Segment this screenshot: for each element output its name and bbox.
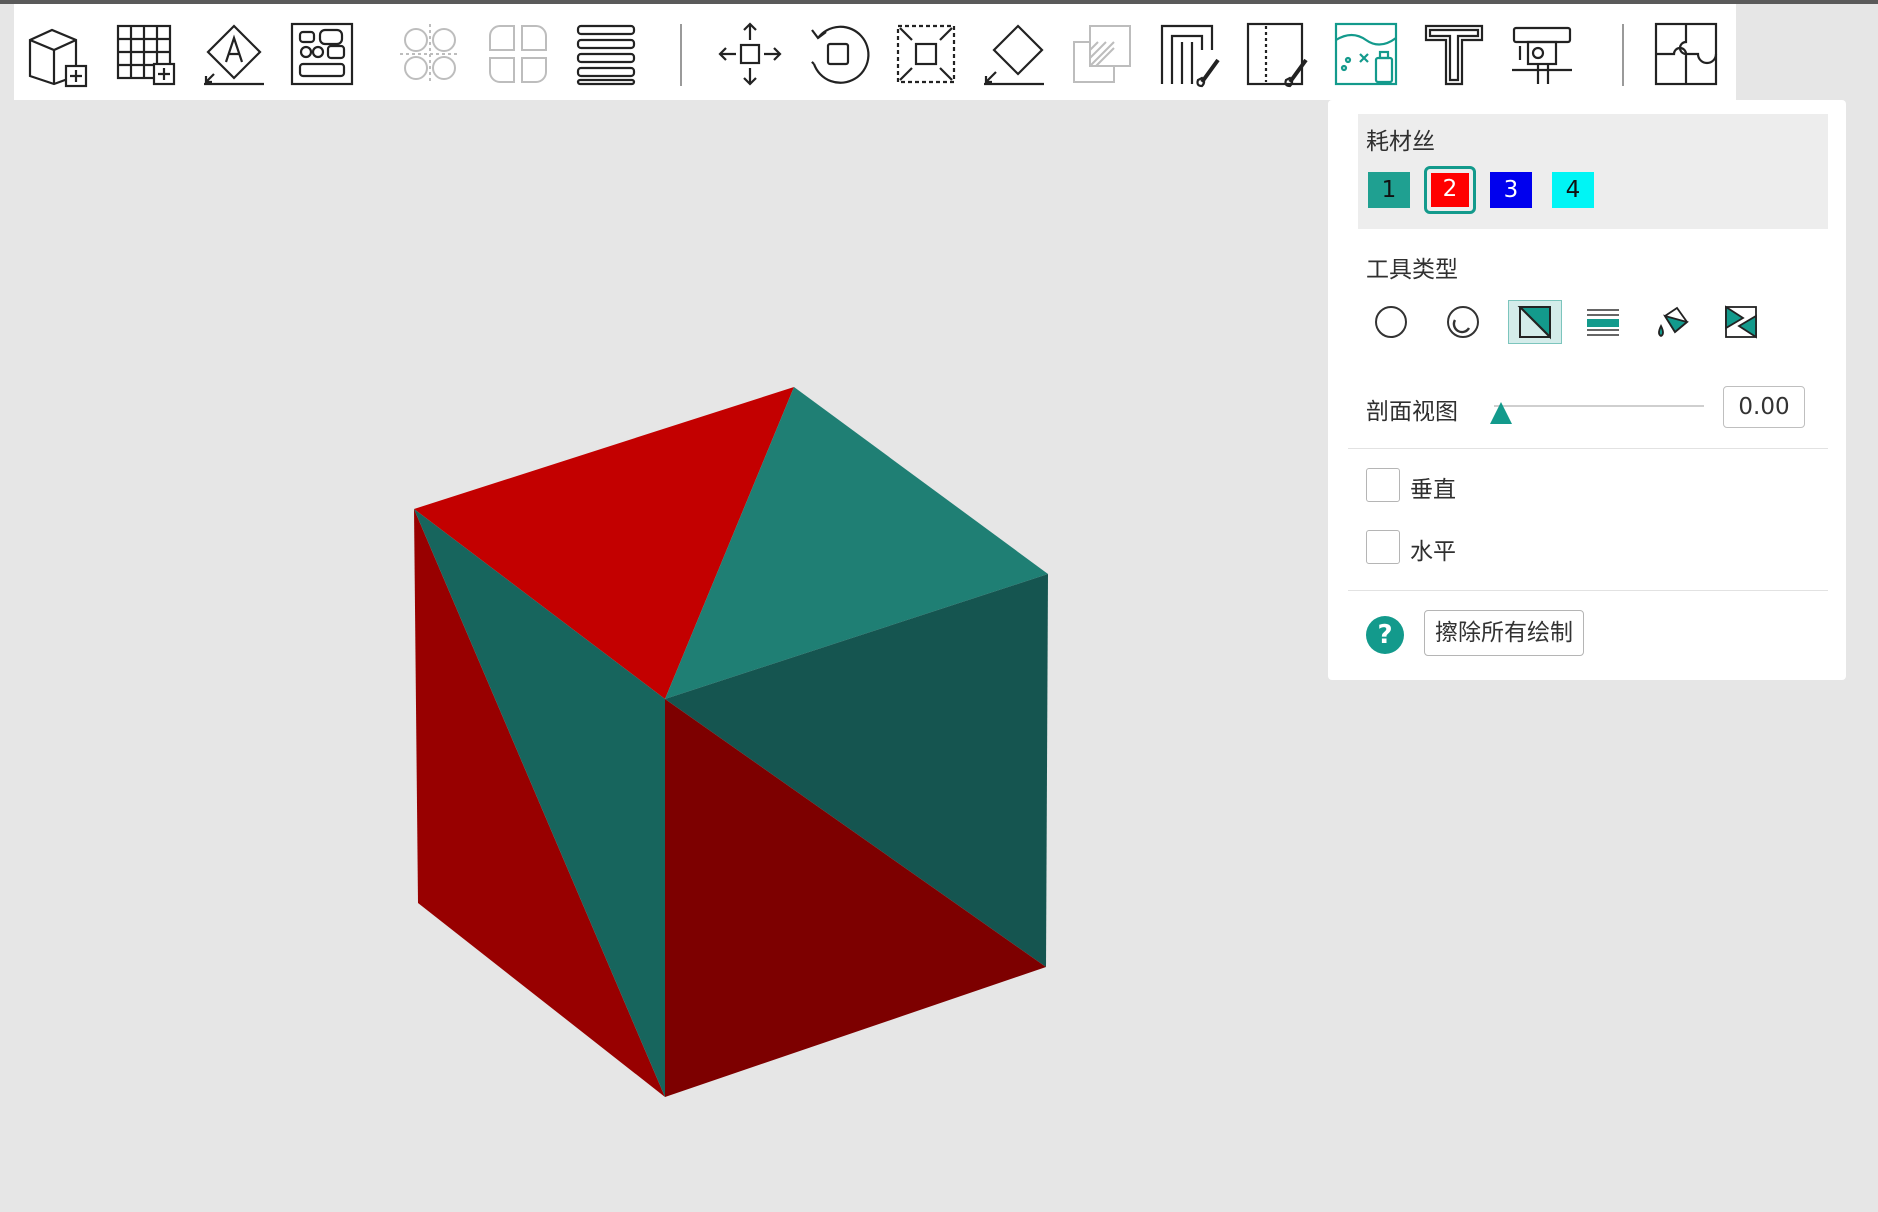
sphere-tool-icon[interactable] (1436, 300, 1490, 344)
filament-swatch-2[interactable]: 2 (1424, 166, 1476, 214)
erase-all-button[interactable]: 擦除所有绘制 (1424, 610, 1584, 656)
filament-swatch-3[interactable]: 3 (1490, 172, 1532, 208)
height-range-tool-icon[interactable] (1576, 300, 1630, 344)
section-view-slider-track[interactable] (1494, 405, 1704, 407)
help-icon[interactable]: ? (1366, 616, 1404, 654)
painted-cube[interactable] (0, 100, 1320, 1212)
support-paint-icon[interactable] (1154, 18, 1226, 90)
horizontal-checkbox[interactable] (1366, 530, 1400, 564)
tool-type-label: 工具类型 (1366, 257, 1458, 283)
measure-icon[interactable] (1506, 18, 1578, 90)
split-objects-icon[interactable] (394, 18, 466, 90)
add-model-icon[interactable] (22, 18, 94, 90)
assembly-icon[interactable] (1650, 18, 1722, 90)
scale-icon[interactable] (890, 18, 962, 90)
toolbar-separator (680, 24, 682, 86)
horizontal-label: 水平 (1410, 539, 1456, 565)
move-icon[interactable] (714, 18, 786, 90)
split-parts-icon[interactable] (482, 18, 554, 90)
text-icon[interactable] (1418, 18, 1490, 90)
color-paint-panel: 耗材丝 1 2 3 4 工具类型 剖面视图 0.00 垂直 水平 ? 擦除所有绘… (1328, 100, 1846, 680)
lay-on-face-icon[interactable] (978, 18, 1050, 90)
vertical-checkbox[interactable] (1366, 468, 1400, 502)
top-toolbar (14, 4, 1736, 100)
gap-fill-tool-icon[interactable] (1714, 300, 1768, 344)
filament-swatch-4[interactable]: 4 (1552, 172, 1594, 208)
toolbar-separator (1622, 24, 1624, 86)
section-view-slider-thumb[interactable] (1490, 402, 1512, 424)
rotate-icon[interactable] (802, 18, 874, 90)
cut-icon[interactable] (1066, 18, 1138, 90)
seam-paint-icon[interactable] (1242, 18, 1314, 90)
auto-orient-icon[interactable] (198, 18, 270, 90)
filament-swatch-1[interactable]: 1 (1368, 172, 1410, 208)
color-paint-icon[interactable] (1330, 18, 1402, 90)
3d-viewport[interactable] (0, 100, 1320, 1212)
circle-tool-icon[interactable] (1364, 300, 1418, 344)
fill-tool-icon[interactable] (1646, 300, 1700, 344)
vertical-label: 垂直 (1410, 477, 1456, 503)
arrange-icon[interactable] (286, 18, 358, 90)
panel-divider (1348, 590, 1828, 591)
filament-swatch-2-label: 2 (1431, 173, 1469, 207)
section-view-value[interactable]: 0.00 (1723, 386, 1805, 428)
add-grid-plate-icon[interactable] (110, 18, 182, 90)
layers-icon[interactable] (570, 18, 642, 90)
panel-divider (1348, 448, 1828, 449)
section-view-label: 剖面视图 (1366, 399, 1458, 425)
filament-label: 耗材丝 (1366, 129, 1435, 155)
triangle-tool-icon[interactable] (1508, 300, 1562, 344)
